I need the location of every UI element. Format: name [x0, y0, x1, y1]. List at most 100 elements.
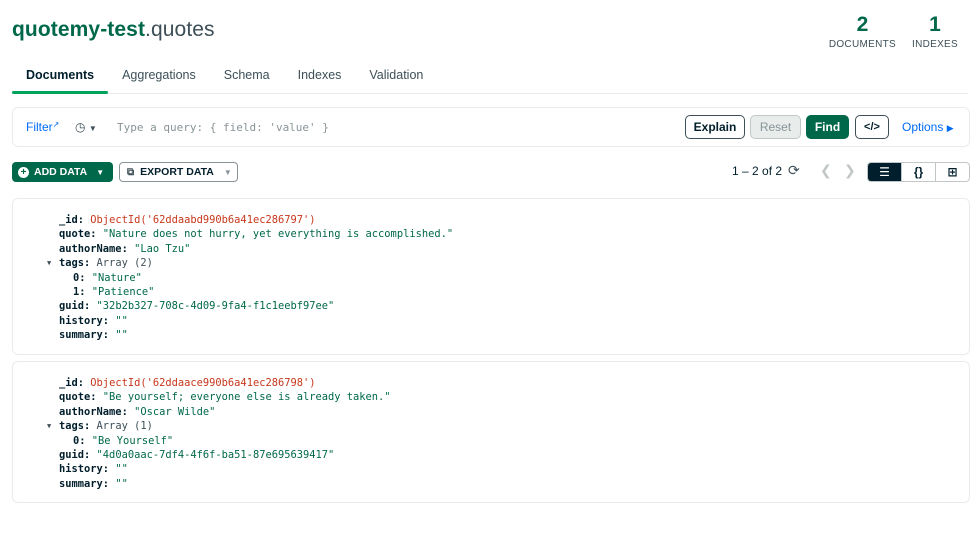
field-key: history — [59, 314, 103, 327]
tab-indexes[interactable]: Indexes — [284, 60, 356, 93]
refresh-icon[interactable]: ⟳ — [788, 162, 800, 179]
code-export-button[interactable]: </> — [855, 115, 889, 139]
filter-input[interactable] — [117, 116, 677, 138]
documents-toolbar: + ADD DATA ▼ ⧉ EXPORT DATA ▼ 1 – 2 of 2 … — [12, 162, 970, 184]
field-value: ObjectId('62ddaabd990b6a41ec286797') — [90, 214, 316, 226]
collection-tabs: Documents Aggregations Schema Indexes Va… — [12, 60, 968, 94]
view-switcher: ☰ {} ⊞ — [867, 162, 970, 182]
field-key: quote — [59, 391, 91, 404]
filter-label: Filter — [26, 120, 53, 134]
field-row: history: "" — [59, 463, 128, 476]
code-icon: </> — [864, 121, 880, 133]
caret-down-icon: ▼ — [223, 167, 232, 177]
collection-name: quotes — [150, 18, 215, 41]
field-row: summary: "" — [59, 477, 128, 490]
field-key: tags — [59, 420, 85, 433]
field-row: quote: "Be yourself; everyone else is al… — [59, 391, 391, 404]
tab-validation[interactable]: Validation — [355, 60, 437, 93]
next-page-icon[interactable]: ❯ — [844, 162, 856, 179]
add-data-label: ADD DATA — [34, 166, 88, 178]
namespace-title: quotemy-test.quotes — [12, 18, 215, 42]
caret-down-icon: ▼ — [96, 167, 105, 177]
document-fields: _id: ObjectId('62ddaabd990b6a41ec286797'… — [47, 213, 454, 343]
field-value: "" — [115, 477, 128, 490]
document-card[interactable]: _id: ObjectId('62ddaabd990b6a41ec286797'… — [12, 198, 970, 355]
tab-aggregations[interactable]: Aggregations — [108, 60, 210, 93]
export-data-label: EXPORT DATA — [140, 166, 214, 178]
indexes-label: INDEXES — [911, 39, 958, 50]
expand-caret-icon[interactable]: ▼ — [47, 256, 51, 270]
options-label: Options — [902, 120, 944, 134]
clock-icon: ◷ — [75, 120, 86, 134]
documents-stat: 2 DOCUMENTS — [829, 12, 896, 52]
query-bar: Filter↗ ◷ ▼ Explain Reset Find </> Optio… — [12, 107, 970, 147]
array-value: "Nature" — [91, 271, 142, 284]
plus-circle-icon: + — [18, 166, 29, 178]
field-row: ▼ tags: Array (1) — [47, 420, 153, 433]
array-item-row: 0: "Nature" — [73, 271, 142, 284]
field-key: history — [59, 463, 103, 476]
field-value: "32b2b327-708c-4d09-9fa4-f1c1eebf97ee" — [96, 300, 335, 313]
indexes-count: 1 — [929, 13, 941, 36]
field-value: "Oscar Wilde" — [134, 405, 216, 418]
field-value: "" — [115, 463, 128, 476]
previous-page-icon[interactable]: ❮ — [820, 162, 832, 179]
field-row: ▼ tags: Array (2) — [47, 257, 153, 270]
reset-button[interactable]: Reset — [750, 115, 801, 139]
json-view-icon[interactable]: {} — [902, 163, 936, 181]
field-value: "" — [115, 329, 128, 342]
field-row: authorName: "Lao Tzu" — [59, 242, 191, 255]
query-history-button[interactable]: ◷ ▼ — [75, 120, 97, 134]
field-key: tags — [59, 257, 85, 270]
field-key: authorName — [59, 405, 122, 418]
field-row: quote: "Nature does not hurry, yet every… — [59, 228, 454, 241]
field-key: guid — [59, 300, 85, 313]
export-data-button[interactable]: ⧉ EXPORT DATA ▼ — [119, 162, 238, 182]
field-row: guid: "32b2b327-708c-4d09-9fa4-f1c1eebf9… — [59, 300, 335, 313]
array-item-row: 0: "Be Yourself" — [73, 434, 174, 447]
field-row: _id: ObjectId('62ddaabd990b6a41ec286797'… — [59, 214, 316, 226]
chevron-down-icon: ▼ — [88, 124, 97, 133]
indexes-stat: 1 INDEXES — [912, 12, 958, 52]
add-data-button[interactable]: + ADD DATA ▼ — [12, 162, 113, 182]
field-value: "Be yourself; everyone else is already t… — [102, 391, 391, 404]
field-value: Array (1) — [96, 420, 153, 433]
field-row: authorName: "Oscar Wilde" — [59, 405, 216, 418]
documents-count: 2 — [856, 13, 869, 36]
options-toggle[interactable]: Options ▶ — [902, 120, 954, 134]
tab-documents[interactable]: Documents — [12, 60, 109, 94]
field-value: "4d0a0aac-7df4-4f6f-ba51-87e695639417" — [96, 448, 335, 461]
array-value: "Patience" — [91, 285, 155, 298]
document-fields: _id: ObjectId('62ddaace990b6a41ec286798'… — [47, 376, 391, 491]
field-key: quote — [59, 228, 91, 241]
field-value: "Nature does not hurry, yet everything i… — [102, 228, 454, 241]
field-key: _id — [59, 214, 78, 226]
field-key: authorName — [59, 242, 122, 255]
field-key: summary — [59, 477, 103, 490]
database-name[interactable]: quotemy-test — [12, 18, 145, 41]
field-row: _id: ObjectId('62ddaace990b6a41ec286798'… — [59, 377, 316, 389]
expand-caret-icon[interactable]: ▼ — [47, 419, 51, 433]
field-row: summary: "" — [59, 329, 128, 342]
explain-button[interactable]: Explain — [685, 115, 745, 139]
table-view-icon[interactable]: ⊞ — [936, 163, 969, 181]
field-value: "Lao Tzu" — [134, 242, 191, 255]
collection-header: quotemy-test.quotes 2 DOCUMENTS 1 INDEXE… — [12, 13, 968, 50]
export-icon: ⧉ — [127, 166, 135, 178]
field-row: history: "" — [59, 314, 128, 327]
array-item-row: 1: "Patience" — [73, 285, 155, 298]
external-link-icon: ↗ — [52, 120, 60, 129]
field-value: "" — [115, 314, 128, 327]
array-value: "Be Yourself" — [91, 434, 174, 447]
documents-label: DOCUMENTS — [828, 39, 896, 50]
find-button[interactable]: Find — [806, 115, 849, 139]
field-row: guid: "4d0a0aac-7df4-4f6f-ba51-87e695639… — [59, 448, 335, 461]
tab-schema[interactable]: Schema — [210, 60, 284, 93]
field-value: Array (2) — [96, 257, 153, 270]
caret-right-icon: ▶ — [946, 123, 954, 133]
document-card[interactable]: _id: ObjectId('62ddaace990b6a41ec286798'… — [12, 361, 970, 503]
field-key: _id — [59, 377, 78, 389]
filter-link[interactable]: Filter↗ — [26, 120, 59, 134]
list-view-icon[interactable]: ☰ — [868, 163, 902, 181]
field-value: ObjectId('62ddaace990b6a41ec286798') — [90, 377, 316, 389]
